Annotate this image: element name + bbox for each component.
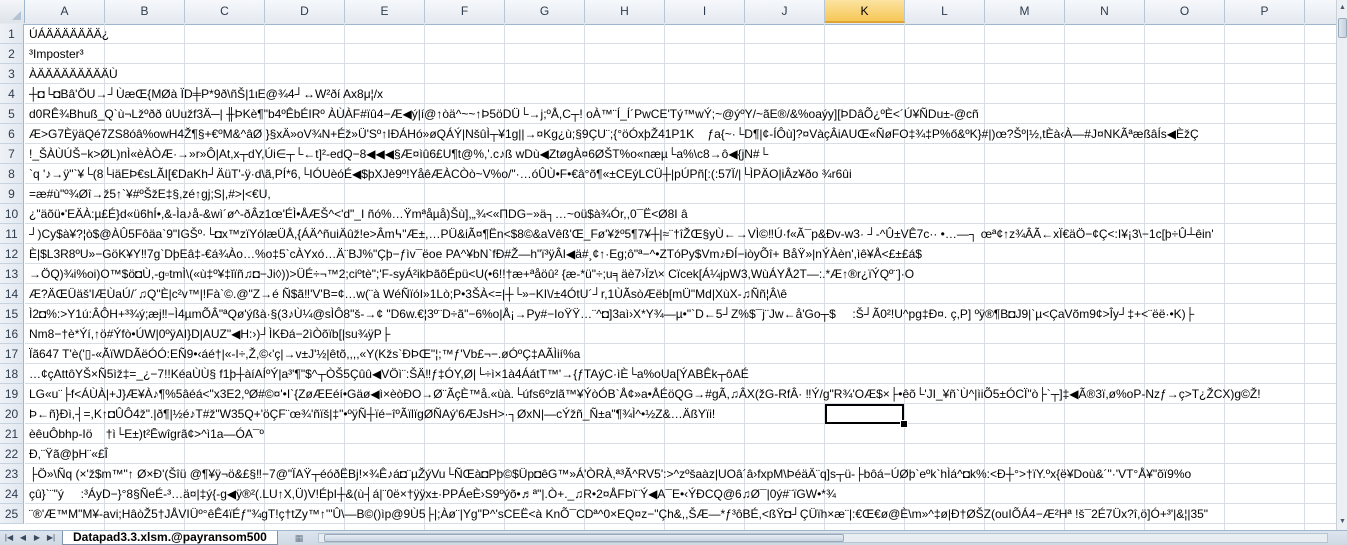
column-header-a[interactable]: A [25, 0, 105, 23]
cell-a21[interactable]: èêuÔbhp-Ιö †ì└E±)t²Ēwîgrã¢>^ì1a—ÓA¯º [29, 424, 1334, 444]
row-header-6[interactable]: 6 [0, 124, 24, 144]
column-header-j[interactable]: J [745, 0, 825, 23]
row-header-1[interactable]: 1 [0, 24, 24, 44]
row-header-3[interactable]: 3 [0, 64, 24, 84]
row-header-15[interactable]: 15 [0, 304, 24, 324]
cell-a8[interactable]: `q '♪→ÿ"`¥└(8└iäEÞ€sLÃI[€DaKh┘ÄüT'-ÿ·d\ã… [29, 164, 1334, 184]
cell-a20[interactable]: Þ←ñ}Ðì,┤=,K↑◘ÛÔ4ž".|ð¶|½é♪T#ž"W35Q+'öÇF¨… [29, 404, 1334, 424]
column-header-o[interactable]: O [1145, 0, 1225, 23]
row-header-17[interactable]: 17 [0, 344, 24, 364]
row-header-13[interactable]: 13 [0, 264, 24, 284]
row-header-9[interactable]: 9 [0, 184, 24, 204]
scroll-down-icon[interactable]: ▼ [1337, 516, 1347, 528]
row-header-24[interactable]: 24 [0, 484, 24, 504]
row-header-21[interactable]: 21 [0, 424, 24, 444]
cell-a4[interactable]: ┼◘└◘Bâ'ÖU→┘ÙæŒ{MØà ÏD╪P*9ð\ñŠ|1ιE@¾4┘↔W²… [29, 84, 1334, 104]
column-header-f[interactable]: F [425, 0, 505, 23]
next-sheet-icon[interactable]: ▶ [30, 532, 44, 544]
cell-a16[interactable]: Nm8−†è*Ýí,↑ö#Ýfò•ÚW|0ºÿAI}D|AUZ"◀H:›)┘ÌK… [29, 324, 1334, 344]
vertical-scrollbar[interactable]: ▲ ▼ [1336, 0, 1347, 530]
cell-a12[interactable]: È|$L3R8ºU»−GöK¥Y‼7g`DþEâ‡-€á¾Ào…%o‡5`cÀY… [29, 244, 1334, 264]
column-header-m[interactable]: M [985, 0, 1065, 23]
row-header-12[interactable]: 12 [0, 244, 24, 264]
select-all-triangle-icon [12, 11, 21, 20]
row-header-8[interactable]: 8 [0, 164, 24, 184]
cell-a24[interactable]: çû}`¨"ý :³ÁyD−}°8§ÑeÉ-³…ä¤|‡ý{-g◀ÿ®²(.LU… [29, 484, 1334, 504]
scroll-up-icon[interactable]: ▲ [1337, 2, 1347, 14]
cell-a18[interactable]: …¢çAttôYŠ×Ñ5ìž‡=_¿−7!!KéaÙÙ§ f1þ┼àíAÍºÝ|… [29, 364, 1334, 384]
row-header-23[interactable]: 23 [0, 464, 24, 484]
row-header-5[interactable]: 5 [0, 104, 24, 124]
cell-a14[interactable]: Æ?ÄŒÜäš'IÆÙaÚ/´♫Q"È|c²v™|!Fà`©.@"Z→é Ñ$ã… [29, 284, 1334, 304]
column-header-k[interactable]: K [825, 0, 905, 23]
row-header-14[interactable]: 14 [0, 284, 24, 304]
row-header-19[interactable]: 19 [0, 384, 24, 404]
cell-a13[interactable]: →ÖQ)¾i%oi)O™$ö◘Ù,-g▫tmÌ\(«ù‡º¥‡ǐïñ♫◘−Ji◊… [29, 264, 1334, 284]
cell-a5[interactable]: d0RÊ¾Bhuß_Q`ù¬Lžºðð ûUužf3Ä─| ╫ÞKè¶"b4ºÊ… [29, 104, 1334, 124]
column-header-g[interactable]: G [505, 0, 585, 23]
horizontal-scrollbar[interactable] [318, 533, 1328, 543]
row-header-18[interactable]: 18 [0, 364, 24, 384]
column-header-d[interactable]: D [265, 0, 345, 23]
cell-a22[interactable]: Ð,¨Ÿã@þH¨«£Î [29, 444, 1334, 464]
row-header-10[interactable]: 10 [0, 204, 24, 224]
selected-cell-k20[interactable] [825, 404, 904, 424]
cell-a11[interactable]: ┘)Cy$à¥?¦ò$@ÀÛ5Fôäa`9"IGŠº·└◘x™zïYólæÜÅ,… [29, 224, 1334, 244]
row-header-22[interactable]: 22 [0, 444, 24, 464]
cell-a3[interactable]: ÀÄÄÄÄÄÄÄÄÄÙ [29, 64, 1334, 84]
column-header-h[interactable]: H [585, 0, 665, 23]
spreadsheet-area: ABCDEFGHIJKLMNOP 1 2 3 4 5 6 7 8 9 10 11 12 13 14 15 16… [0, 0, 1336, 530]
column-header-p[interactable]: P [1225, 0, 1305, 23]
last-sheet-icon[interactable]: ▶| [44, 532, 58, 544]
insert-sheet-icon[interactable]: ▦ [290, 532, 308, 544]
column-header-c[interactable]: C [185, 0, 265, 23]
cell-a1[interactable]: ÚÁÄÄÄÄÄÄÄ¿ [29, 24, 1334, 44]
column-header-row: ABCDEFGHIJKLMNOP [0, 0, 1336, 25]
column-header-e[interactable]: E [345, 0, 425, 23]
cell-a25[interactable]: ¨®'Æ™M"M¥-avi;HâòŽ5†JÅVIÜº°êÊ4ïÉƒ"¾gT!ç†… [29, 504, 1334, 524]
column-header-b[interactable]: B [105, 0, 185, 23]
cell-a15[interactable]: Ì2◘%:>Y1ú:ÂÔH+³¾ý;æj‼−Ì4µmÕÂ"ªQø'ýßà·§(3… [29, 304, 1334, 324]
row-header-20[interactable]: 20 [0, 404, 24, 424]
horizontal-scroll-thumb[interactable] [324, 534, 844, 542]
cell-a10[interactable]: ¿"äõü•'EÄÀ:µ£É}d«ü6hÍ•,&-Ìa♪å-&wì´ø^-ðÂz… [29, 204, 1334, 224]
column-header-i[interactable]: I [665, 0, 745, 23]
cell-a9[interactable]: =æ#ù"º¾Øî→ž5↑`¥#ºŠžE‡§,zé↑gj;S|,#>|<€U, [29, 184, 1334, 204]
row-header-column: 1 2 3 4 5 6 7 8 9 10 11 12 13 14 15 16 17 18 19 20 21 22 23 24 2… [0, 24, 24, 530]
fill-handle[interactable] [900, 420, 908, 428]
row-header-7[interactable]: 7 [0, 144, 24, 164]
cell-a23[interactable]: ├Ö»\Ñq (×'ž$m™"↑ Ø×Ð'(Šîü @¶¥ÿ¬ö&£§‼−7@"… [29, 464, 1334, 484]
first-sheet-icon[interactable]: |◀ [2, 532, 16, 544]
cell-a19[interactable]: LG«u¨├f<ÁÙÀ|+J}Æ¥À♪¶%5âéá<"x3E2,ºØ#©¤'•I… [29, 384, 1334, 404]
column-header-l[interactable]: L [905, 0, 985, 23]
cell-a6[interactable]: Æ>G7ÈÿäQé7ZS8óâ%owH4Ž¶§+€ºM&^âØ }§xÄ»oV¾… [29, 124, 1334, 144]
row-header-4[interactable]: 4 [0, 84, 24, 104]
vertical-scroll-thumb[interactable] [1338, 18, 1347, 38]
row-header-11[interactable]: 11 [0, 224, 24, 244]
prev-sheet-icon[interactable]: ◀ [16, 532, 30, 544]
cell-a7[interactable]: !_ŠÀÙÚŠ−k>ØL)nÌ«èÀÒÆ·→»r»Ô|At,x┬dY,Úi∈┬└… [29, 144, 1334, 164]
row-header-25[interactable]: 25 [0, 504, 24, 524]
row-header-16[interactable]: 16 [0, 324, 24, 344]
cell-a17[interactable]: Ïã647 T'è('▯-«ÃïWDÃëÓÓ:EÑ9•‹áé†|«-Ι÷,Ž,©… [29, 344, 1334, 364]
sheet-tab-bar: |◀ ◀ ▶ ▶| Datapad3.3.xlsm.@payransom500 … [0, 530, 1347, 545]
sheet-tab-label: Datapad3.3.xlsm.@payransom500 [73, 530, 267, 544]
row-header-2[interactable]: 2 [0, 44, 24, 64]
column-header-n[interactable]: N [1065, 0, 1145, 23]
cell-a2[interactable]: ³Imposter³ [29, 44, 1334, 64]
sheet-tab-active[interactable]: Datapad3.3.xlsm.@payransom500 [62, 531, 278, 545]
select-all-button[interactable] [0, 0, 25, 23]
